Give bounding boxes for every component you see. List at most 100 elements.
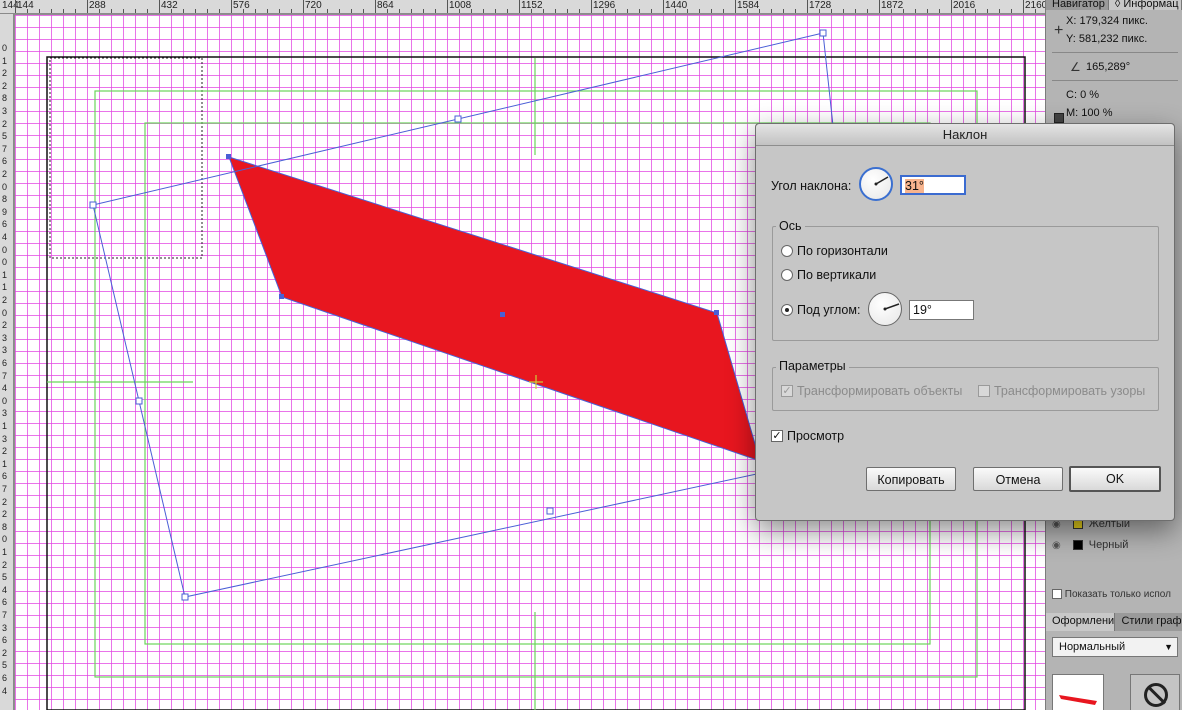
handle-top-middle[interactable] (454, 115, 462, 123)
options-group-title: Параметры (776, 359, 849, 373)
axis-angle-label[interactable]: Под углом: (797, 303, 860, 317)
ruler-tick-label: 8 (2, 521, 8, 532)
transform-objects-checkbox: ✓ (781, 385, 793, 397)
ruler-tick (135, 9, 136, 13)
ruler-tick (927, 9, 928, 13)
layer-row[interactable]: ◉ Черный (1052, 535, 1177, 555)
ruler-tick-label: 4 (2, 232, 8, 242)
axis-angle-dial[interactable] (868, 292, 902, 326)
ruler-tick-label: 1 (2, 55, 8, 66)
ruler-tick (303, 0, 304, 13)
shear-angle-dial[interactable] (859, 167, 893, 201)
cancel-button[interactable]: Отмена (973, 467, 1063, 491)
ruler-tick (399, 9, 400, 13)
dialog-titlebar[interactable]: Наклон (756, 124, 1174, 146)
ruler-tick-label: 2 (2, 295, 8, 305)
no-style-thumbnail[interactable] (1130, 674, 1180, 710)
ruler-tick (999, 9, 1000, 13)
ruler-tick (483, 9, 484, 13)
angle-icon: ∠ (1070, 60, 1081, 74)
ruler-tick (63, 9, 64, 13)
handle-top-left[interactable] (89, 201, 97, 209)
ruler-tick (627, 9, 628, 13)
ruler-tick-label: 2 (2, 496, 8, 507)
blend-mode-select[interactable]: Нормальный ▼ (1052, 637, 1178, 657)
handle-bottom-left[interactable] (181, 593, 189, 601)
preview-checkbox[interactable]: ✓ (771, 430, 783, 442)
y-value: 581,232 пикс. (1078, 33, 1148, 45)
ok-button[interactable]: OK (1069, 466, 1161, 492)
copy-button[interactable]: Копировать (866, 467, 956, 491)
vertical-ruler[interactable]: 0122832576208964001120233674031321672280… (0, 14, 14, 710)
show-only-used-option[interactable]: Показать только испол (1052, 589, 1171, 600)
ruler-tick (387, 9, 388, 13)
center-point[interactable] (500, 312, 505, 317)
tab-appearance[interactable]: Оформлени (1046, 613, 1116, 631)
sheared-red-shape[interactable] (228, 156, 761, 462)
ruler-tick (615, 9, 616, 13)
ruler-tick (939, 9, 940, 13)
ruler-tick (591, 0, 592, 13)
y-label: Y: (1066, 33, 1076, 45)
handle-top-right[interactable] (819, 29, 827, 37)
axis-horizontal-label[interactable]: По горизонтали (797, 244, 888, 258)
ruler-tick-label: 4 (2, 383, 8, 394)
ruler-tick (315, 9, 316, 13)
ruler-tick (543, 9, 544, 13)
ruler-tick (963, 9, 964, 13)
ruler-tick (111, 9, 112, 13)
ruler-tick (375, 0, 376, 13)
ruler-tick-label: 3 (2, 106, 8, 116)
show-only-used-checkbox[interactable] (1052, 589, 1062, 600)
ruler-tick (807, 0, 808, 13)
horizontal-ruler[interactable]: 144 144 288 432 576 720 864 1008 1152 1296 1440 158… (0, 0, 1045, 14)
style-thumbnail[interactable] (1052, 674, 1104, 710)
ruler-tick (567, 9, 568, 13)
ruler-tick-label: 2 (2, 509, 8, 520)
axis-vertical-radio[interactable] (781, 269, 793, 281)
preview-label[interactable]: Просмотр (787, 429, 844, 443)
ruler-tick (843, 9, 844, 13)
ruler-tick (891, 9, 892, 13)
ruler-tick (1035, 9, 1036, 13)
dial-needle-icon (874, 176, 889, 186)
transform-objects-label: Трансформировать объекты (797, 384, 963, 398)
ruler-tick-label: 5 (2, 660, 8, 671)
ruler-tick (171, 9, 172, 13)
axis-angle-input[interactable]: 19° (909, 300, 974, 320)
shear-angle-input[interactable]: 31° (900, 175, 966, 195)
axis-vertical-label[interactable]: По вертикали (797, 268, 876, 282)
x-value: 179,324 пикс. (1079, 15, 1148, 27)
ruler-tick-label: 0 (2, 307, 8, 318)
transform-patterns-checkbox (978, 385, 990, 397)
crop-region (49, 57, 203, 259)
ruler-tick (39, 9, 40, 13)
ruler-tick-label: 1 (2, 269, 8, 280)
anchor-point[interactable] (714, 310, 719, 315)
ruler-tick (423, 9, 424, 13)
ruler-tick-label: 2 (2, 118, 8, 129)
ruler-tick-label: 2 (2, 446, 8, 457)
ruler-tick-label: 2 (2, 559, 8, 570)
ruler-tick-label: 5 (2, 131, 8, 142)
anchor-point[interactable] (279, 294, 284, 299)
anchor-point[interactable] (226, 154, 231, 159)
tab-info[interactable]: ◊ Информац (1108, 0, 1182, 10)
ruler-tick (1011, 9, 1012, 13)
ruler-tick (279, 9, 280, 13)
axis-angle-radio[interactable] (781, 304, 793, 316)
tab-navigator[interactable]: Навигатор (1046, 0, 1109, 10)
black-swatch (1072, 540, 1083, 550)
ruler-tick (411, 9, 412, 13)
ruler-tick-label: 144 (17, 0, 34, 11)
ruler-tick-label: 3 (2, 622, 8, 633)
shear-dialog: Наклон Угол наклона: 31° Ось По горизонт… (755, 123, 1175, 521)
axis-horizontal-radio[interactable] (781, 245, 793, 257)
tab-graphic-styles[interactable]: Стили граф (1115, 613, 1182, 631)
handle-bottom-middle[interactable] (546, 507, 554, 515)
handle-left-middle[interactable] (135, 397, 143, 405)
ruler-tick (519, 0, 520, 13)
eye-icon[interactable]: ◉ (1052, 540, 1061, 551)
angle-readout: 165,289° (1086, 61, 1131, 73)
ruler-tick (327, 9, 328, 13)
